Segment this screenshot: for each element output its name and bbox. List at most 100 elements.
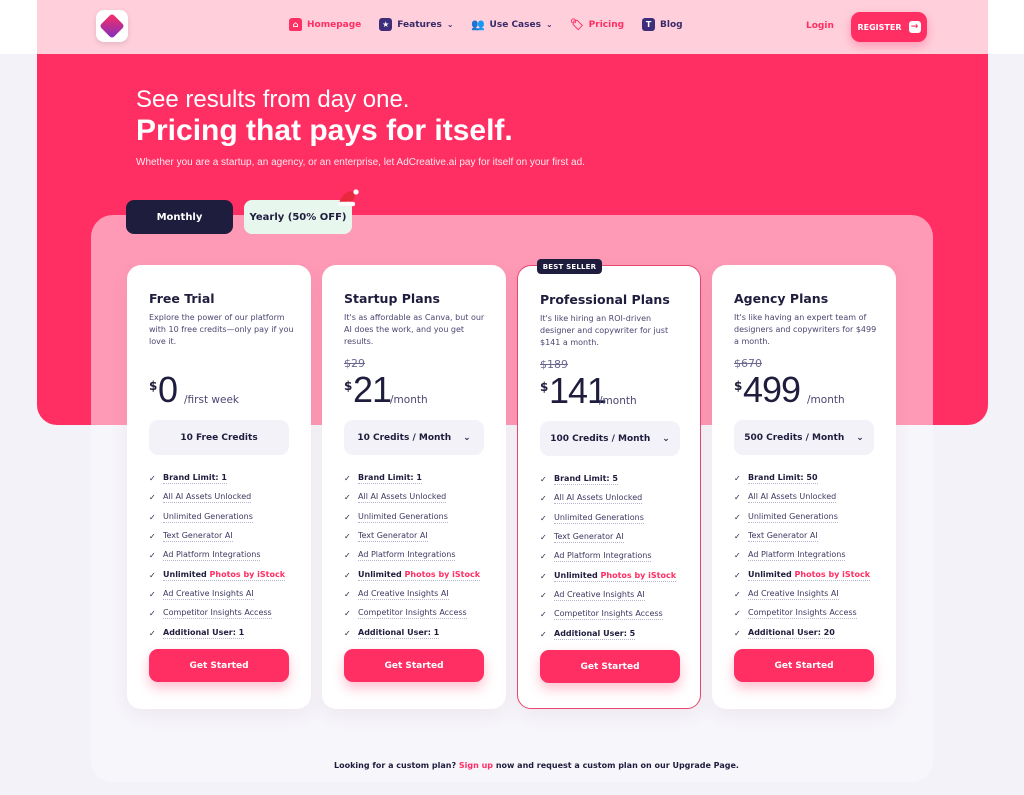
feature-item: ✓ Unlimited Photos by iStock [344,569,481,581]
plan-currency: $ [734,379,743,393]
check-icon: ✓ [149,474,156,484]
feature-item: ✓ Text Generator AI [344,531,428,543]
plan-card-free: Free Trial Explore the power of our plat… [127,265,311,709]
feature-item: ✓ All AI Assets Unlocked [149,492,252,504]
nav-blog-label: Blog [660,19,683,30]
plan-title: Startup Plans [344,291,440,306]
check-icon: ✓ [149,512,156,522]
hero-title: Pricing that pays for itself. [136,114,513,147]
get-started-button[interactable]: Get Started [344,649,484,682]
plan-credits-value: 10 Credits / Month [357,432,452,443]
feature-item: ✓ Ad Platform Integrations [149,550,261,562]
login-link[interactable]: Login [806,21,834,31]
check-icon: ✓ [734,589,741,599]
feature-item: ✓ Brand Limit: 50 [734,473,818,485]
plan-credits-select[interactable]: 100 Credits / Month ⌄ [540,421,680,456]
check-icon: ✓ [149,589,156,599]
chevron-down-icon: ⌄ [463,432,471,443]
feature-item: ✓ Ad Creative Insights AI [540,589,645,601]
feature-item: ✓ Ad Creative Insights AI [149,588,254,600]
sign-up-link[interactable]: Sign up [459,761,493,770]
chevron-down-icon: ⌄ [545,20,553,29]
custom-plan-note: Looking for a custom plan? Sign up now a… [334,761,739,770]
feature-item: ✓ Text Generator AI [540,532,624,544]
plan-currency: $ [149,379,158,393]
feature-item: ✓ Unlimited Photos by iStock [149,569,286,581]
check-icon: ✓ [734,628,741,638]
plan-credits-select[interactable]: 10 Free Credits [149,420,289,455]
nav-homepage-label: Homepage [307,19,362,30]
nav-pricing[interactable]: 🏷 Pricing [570,18,624,31]
check-icon: ✓ [734,609,741,619]
plan-description: It's like hiring an ROI-driven designer … [540,314,669,347]
nav-use-cases-label: Use Cases [489,19,541,30]
feature-item: ✓ Text Generator AI [734,531,818,543]
feature-item: ✓ All AI Assets Unlocked [344,492,447,504]
check-icon: ✓ [734,532,741,542]
plan-currency: $ [540,380,549,394]
istock-link[interactable]: Photos by iStock [405,570,481,579]
feature-item: ✓ Ad Creative Insights AI [734,588,839,600]
arrow-right-icon: → [908,21,921,33]
nav-use-cases[interactable]: 👥 Use Cases ⌄ [471,18,553,31]
plan-credits-value: 10 Free Credits [180,432,258,443]
plan-title: Professional Plans [540,292,670,307]
feature-item: ✓ Unlimited Generations [540,512,644,524]
nav-homepage[interactable]: ⌂ Homepage [289,18,361,31]
check-icon: ✓ [344,474,351,484]
plan-title: Free Trial [149,291,215,306]
users-icon: 👥 [471,18,485,31]
feature-item: ✓ Brand Limit: 1 [149,473,227,485]
nav-blog[interactable]: T Blog [642,18,683,31]
check-icon: ✓ [540,513,547,523]
feature-item: ✓ Ad Platform Integrations [540,551,652,563]
check-icon: ✓ [344,493,351,503]
plan-currency: $ [344,379,353,393]
plan-features: ✓ Brand Limit: 1 ✓ All AI Assets Unlocked … [344,469,481,643]
main-nav: ⌂ Homepage ★ Features ⌄ 👥 Use Cases ⌄ 🏷 … [289,18,683,31]
billing-monthly-button[interactable]: Monthly [126,200,233,234]
register-label: REGISTER [857,22,902,32]
plan-credits-select[interactable]: 10 Credits / Month ⌄ [344,420,484,455]
tag-icon: 🏷 [570,18,585,31]
santa-hat-icon [337,189,359,207]
plan-title: Agency Plans [734,291,829,306]
istock-link[interactable]: Photos by iStock [601,571,677,580]
check-icon: ✓ [149,570,156,580]
plan-price: 141 [549,370,607,411]
nav-features[interactable]: ★ Features ⌄ [379,18,454,31]
check-icon: ✓ [149,551,156,561]
register-button[interactable]: REGISTER → [851,12,927,42]
check-icon: ✓ [540,590,547,600]
plan-period: /month [807,394,845,406]
plan-features: ✓ Brand Limit: 5 ✓ All AI Assets Unlocked … [540,470,677,644]
hero-subtitle: See results from day one. [136,86,410,113]
plan-card-agency: Agency Plans It's like having an expert … [712,265,896,709]
plan-features: ✓ Brand Limit: 1 ✓ All AI Assets Unlocked … [149,469,286,643]
plan-period: /month [599,395,637,407]
check-icon: ✓ [344,609,351,619]
get-started-button[interactable]: Get Started [149,649,289,682]
get-started-button[interactable]: Get Started [734,649,874,682]
feature-item: ✓ Additional User: 1 [344,627,440,639]
check-icon: ✓ [344,512,351,522]
check-icon: ✓ [344,532,351,542]
feature-item: ✓ Unlimited Generations [344,511,448,523]
chevron-down-icon: ⌄ [856,432,864,443]
istock-link[interactable]: Photos by iStock [210,570,286,579]
check-icon: ✓ [149,493,156,503]
feature-item: ✓ Unlimited Photos by iStock [540,570,677,582]
nav-features-label: Features [397,19,442,30]
check-icon: ✓ [734,512,741,522]
feature-item: ✓ Unlimited Generations [149,511,253,523]
plan-period: /month [390,394,428,406]
check-icon: ✓ [344,551,351,561]
plan-description: It's like having an expert team of desig… [734,313,877,346]
get-started-button[interactable]: Get Started [540,650,680,683]
plan-credits-select[interactable]: 500 Credits / Month ⌄ [734,420,874,455]
check-icon: ✓ [734,474,741,484]
logo[interactable] [96,10,128,42]
plan-period: /first week [184,394,239,406]
feature-item: ✓ Ad Platform Integrations [344,550,456,562]
istock-link[interactable]: Photos by iStock [795,570,871,579]
